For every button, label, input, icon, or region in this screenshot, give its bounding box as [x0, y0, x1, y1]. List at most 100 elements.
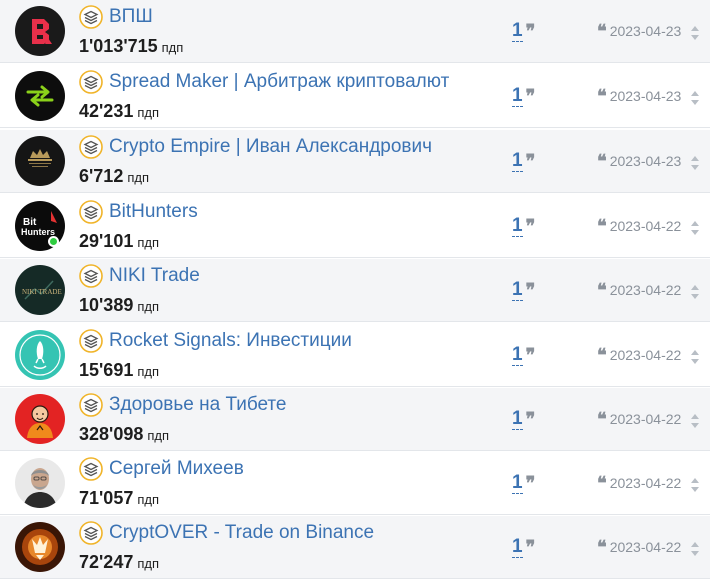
mention-date: ❝ 2023-04-23: [597, 86, 682, 109]
date-value: 2023-04-22: [609, 539, 682, 555]
subscriber-number: 1'013'715: [79, 36, 158, 56]
layers-icon: [79, 264, 103, 288]
mention-count[interactable]: 1: [512, 86, 523, 107]
channel-name-link[interactable]: Rocket Signals: Инвестиции: [109, 328, 463, 354]
subscriber-unit: пдп: [137, 364, 160, 379]
subscriber-count: 71'057 пдп: [79, 487, 159, 511]
channel-avatar[interactable]: [15, 71, 65, 121]
channel-name-link[interactable]: NIKI Trade: [109, 263, 463, 289]
rocket-signals-logo: [15, 330, 65, 380]
quote-icon: ❝: [597, 537, 607, 558]
mention-count[interactable]: 1: [512, 473, 523, 494]
subscriber-count: 1'013'715 пдп: [79, 35, 183, 59]
channel-avatar[interactable]: [15, 522, 65, 572]
quote-icon: ❞: [525, 216, 536, 237]
subscriber-unit: пдп: [137, 556, 160, 571]
date-value: 2023-04-22: [609, 218, 682, 234]
mention-count[interactable]: 1: [512, 409, 523, 430]
mention-count[interactable]: 1: [512, 151, 523, 172]
spinner-arrows-icon[interactable]: [689, 24, 701, 42]
subscriber-count: 328'098 пдп: [79, 423, 169, 447]
channel-name-link[interactable]: BitHunters: [109, 199, 463, 225]
subscriber-count: 6'712 пдп: [79, 165, 149, 189]
spinner-arrows-icon[interactable]: [689, 412, 701, 430]
mention-count[interactable]: 1: [512, 216, 523, 237]
quote-icon: ❝: [597, 409, 607, 430]
mention-date: ❝ 2023-04-23: [597, 151, 681, 174]
mentions[interactable]: 1 ❞: [512, 86, 535, 107]
spinner-arrows-icon[interactable]: [689, 89, 701, 107]
subscriber-unit: пдп: [161, 40, 184, 55]
channel-row: ВПШ 1'013'715 пдп 1 ❞ ❝ 2023-04-23: [0, 0, 710, 63]
svg-text:Hunters: Hunters: [21, 227, 55, 237]
subscriber-number: 328'098: [79, 424, 144, 444]
mention-date: ❝ 2023-04-23: [597, 21, 681, 44]
channel-name-link[interactable]: Crypto Empire | Иван Александрович: [109, 134, 463, 160]
channel-avatar[interactable]: [15, 6, 65, 56]
mention-date: ❝ 2023-04-22: [597, 345, 681, 368]
spinner-arrows-icon[interactable]: [689, 283, 701, 301]
svg-text:NIKI TRADE: NIKI TRADE: [22, 288, 62, 296]
channel-row: NIKI TRADE NIKI Trade 10'389 пдп 1 ❞ ❝ 2023…: [0, 259, 710, 322]
channel-avatar[interactable]: [15, 394, 65, 444]
spinner-arrows-icon[interactable]: [689, 219, 701, 237]
layers-icon: [79, 329, 103, 353]
channel-avatar[interactable]: NIKI TRADE: [15, 265, 65, 315]
channel-row: CryptOVER - Trade on Binance 72'247 пдп 1…: [0, 516, 710, 579]
mentions[interactable]: 1 ❞: [512, 345, 535, 366]
mentions[interactable]: 1 ❞: [512, 216, 535, 237]
quote-icon: ❝: [597, 86, 607, 107]
mentions[interactable]: 1 ❞: [512, 21, 535, 42]
mention-date: ❝ 2023-04-22: [597, 537, 682, 560]
channel-avatar[interactable]: [15, 330, 65, 380]
subscriber-count: 72'247 пдп: [79, 551, 159, 575]
mention-count[interactable]: 1: [512, 537, 523, 558]
layers-icon: [79, 521, 103, 545]
mention-count[interactable]: 1: [512, 345, 523, 366]
mentions[interactable]: 1 ❞: [512, 280, 535, 301]
quote-icon: ❞: [525, 151, 536, 172]
spinner-arrows-icon[interactable]: [689, 540, 701, 558]
date-value: 2023-04-23: [609, 88, 682, 104]
mentions[interactable]: 1 ❞: [512, 409, 535, 430]
layers-icon: [79, 393, 103, 417]
quote-icon: ❝: [597, 151, 607, 172]
mention-count[interactable]: 1: [512, 21, 523, 42]
quote-icon: ❝: [597, 216, 607, 237]
mentions[interactable]: 1 ❞: [512, 473, 535, 494]
channel-name-link[interactable]: CryptOVER - Trade on Binance: [109, 520, 463, 546]
mention-date: ❝ 2023-04-22: [597, 216, 682, 239]
quote-icon: ❞: [525, 86, 536, 107]
quote-icon: ❞: [525, 21, 536, 42]
channel-avatar[interactable]: [15, 136, 65, 186]
channel-row: Здоровье на Тибете 328'098 пдп 1 ❞ ❝ 2023-0…: [0, 388, 710, 451]
crypto-empire-logo: [15, 136, 65, 186]
channel-name-link[interactable]: Spread Maker | Арбитраж криптовалют: [109, 69, 463, 95]
subscriber-unit: пдп: [137, 105, 160, 120]
mentions[interactable]: 1 ❞: [512, 151, 535, 172]
spinner-arrows-icon[interactable]: [689, 476, 701, 494]
quote-icon: ❝: [597, 473, 607, 494]
channel-name-link[interactable]: Сергей Михеев: [109, 456, 463, 482]
subscriber-unit: пдп: [127, 170, 149, 185]
quote-icon: ❝: [597, 280, 607, 301]
channel-row: Spread Maker | Арбитраж криптовалют 42'2…: [0, 65, 710, 128]
quote-icon: ❝: [597, 345, 607, 366]
layers-icon: [79, 70, 103, 94]
mentions[interactable]: 1 ❞: [512, 537, 535, 558]
spread-maker-logo: [15, 71, 65, 121]
monk-avatar: [15, 394, 65, 444]
channel-name-link[interactable]: ВПШ: [109, 4, 463, 30]
spinner-arrows-icon[interactable]: [689, 154, 701, 172]
layers-icon: [79, 135, 103, 159]
channel-avatar[interactable]: [15, 458, 65, 508]
channel-name-link[interactable]: Здоровье на Тибете: [109, 392, 463, 418]
person-photo: [15, 458, 65, 508]
mention-count[interactable]: 1: [512, 280, 523, 301]
spinner-arrows-icon[interactable]: [689, 348, 701, 366]
online-indicator: [48, 236, 59, 247]
subscriber-unit: пдп: [137, 235, 160, 250]
quote-icon: ❞: [525, 409, 536, 430]
quote-icon: ❞: [525, 537, 536, 558]
date-value: 2023-04-22: [609, 475, 682, 491]
